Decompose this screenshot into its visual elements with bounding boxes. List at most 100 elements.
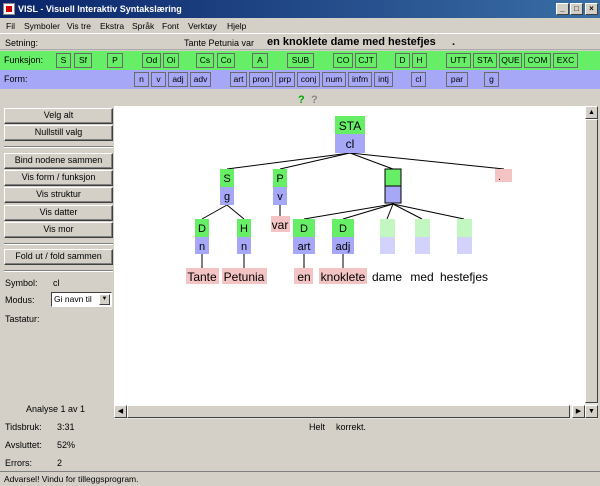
word-knoklete[interactable]: knoklete [321, 270, 366, 284]
menu-ekstra[interactable]: Ekstra [100, 21, 124, 31]
vertical-scroll-thumb[interactable] [585, 119, 598, 403]
func-tag-A[interactable]: A [252, 53, 268, 68]
maximize-button[interactable]: □ [570, 3, 583, 15]
node-d-knoklete-form-text: adj [336, 241, 351, 253]
form-tag-intj[interactable]: intj [374, 72, 393, 87]
node-empty-form[interactable] [384, 185, 402, 204]
menu-fil[interactable]: Fil [6, 21, 15, 31]
func-tag-CJT[interactable]: CJT [355, 53, 377, 68]
form-tag-num[interactable]: num [322, 72, 346, 87]
close-button[interactable]: × [585, 3, 598, 15]
node-med-func[interactable] [415, 219, 430, 237]
form-tag-conj[interactable]: conj [297, 72, 320, 87]
node-d-tante-func-text: D [198, 223, 206, 235]
word-hestefjes[interactable]: hestefjes [440, 270, 488, 284]
show-structure-button[interactable]: Vis struktur [4, 187, 113, 203]
menu-vis-tre[interactable]: Vis tre [67, 21, 91, 31]
word-tante[interactable]: Tante [187, 270, 217, 284]
form-tag-prp[interactable]: prp [275, 72, 295, 87]
func-tag-EXC[interactable]: EXC [553, 53, 578, 68]
func-tag-Cs[interactable]: Cs [196, 53, 214, 68]
node-empty-func[interactable] [384, 168, 402, 187]
node-p-form-text: v [277, 191, 283, 203]
scroll-right-icon[interactable]: ▶ [572, 405, 585, 418]
func-tag-Od[interactable]: Od [142, 53, 161, 68]
help-icon-green[interactable]: ? [298, 94, 305, 106]
node-dame-form[interactable] [380, 237, 395, 254]
reset-selection-button[interactable]: Nullstill valg [4, 125, 113, 141]
form-tag-pron[interactable]: pron [249, 72, 273, 87]
word-petunia[interactable]: Petunia [224, 270, 265, 284]
keyboard-label: Tastatur: [5, 314, 40, 324]
node-h-petunia-func-text: H [240, 223, 248, 235]
menu-font[interactable]: Font [162, 21, 179, 31]
func-tag-QUE[interactable]: QUE [499, 53, 522, 68]
scroll-up-icon[interactable]: ▲ [585, 106, 598, 119]
word-med[interactable]: med [410, 270, 433, 284]
func-tag-COM[interactable]: COM [524, 53, 551, 68]
func-tag-D[interactable]: D [395, 53, 410, 68]
menu-symboler[interactable]: Symboler [24, 21, 60, 31]
time-value: 3:31 [57, 422, 75, 432]
show-mother-button[interactable]: Vis mor [4, 222, 113, 238]
func-tag-P[interactable]: P [107, 53, 123, 68]
menu-verktoy[interactable]: Verktøy [188, 21, 217, 31]
func-tag-STA[interactable]: STA [473, 53, 497, 68]
result-word-1: Helt [309, 422, 326, 432]
horizontal-scrollbar[interactable]: ◀ ▶ [114, 405, 585, 419]
menu-sprak[interactable]: Språk [132, 21, 154, 31]
form-tag-adj[interactable]: adj [168, 72, 188, 87]
func-tag-S[interactable]: S [56, 53, 71, 68]
scroll-left-icon[interactable]: ◀ [114, 405, 127, 418]
menu-bar: Fil Symboler Vis tre Ekstra Språk Font V… [0, 18, 600, 34]
modus-value: Gi navn til [54, 294, 92, 304]
form-tag-g[interactable]: g [484, 72, 499, 87]
divider [4, 243, 113, 245]
time-label: Tidsbruk: [5, 422, 42, 432]
modus-label: Modus: [5, 295, 35, 305]
show-form-function-button[interactable]: Vis form / funksjon [4, 170, 113, 186]
func-tag-UTT[interactable]: UTT [446, 53, 471, 68]
func-tag-H[interactable]: H [412, 53, 427, 68]
chevron-down-icon[interactable]: ▼ [99, 294, 110, 305]
node-hestefjes-func[interactable] [457, 219, 472, 237]
node-d-knoklete-func-text: D [339, 223, 347, 235]
node-dame-func[interactable] [380, 219, 395, 237]
divider [4, 270, 113, 272]
title-bar: VISL - Visuell Interaktiv Syntakslæring … [0, 0, 600, 18]
status-bar: Advarsel! Vindu for tilleggsprogram. [0, 471, 600, 486]
word-var[interactable]: var [272, 218, 289, 232]
form-tag-v[interactable]: v [151, 72, 166, 87]
word-dame[interactable]: dame [372, 270, 402, 284]
func-tag-Sf[interactable]: Sf [74, 53, 92, 68]
help-icon-gray[interactable]: ? [311, 94, 318, 106]
vertical-scrollbar[interactable]: ▲ ▼ [585, 106, 598, 419]
scroll-down-icon[interactable]: ▼ [585, 405, 598, 418]
node-d-tante-form-text: n [199, 241, 205, 253]
syntax-tree[interactable]: STA cl S g P v . D n H n D art D adj Tan… [114, 106, 585, 405]
tree-canvas[interactable]: STA cl S g P v . D n H n D art D adj Tan… [114, 106, 585, 405]
func-tag-CO[interactable]: CO [333, 53, 353, 68]
func-tag-Co[interactable]: Co [217, 53, 235, 68]
node-s-func-text: S [223, 173, 230, 185]
horizontal-scroll-thumb[interactable] [127, 405, 570, 418]
form-tag-adv[interactable]: adv [190, 72, 211, 87]
form-tag-infm[interactable]: infm [348, 72, 372, 87]
fold-button[interactable]: Fold ut / fold sammen [4, 249, 113, 265]
node-med-form[interactable] [415, 237, 430, 254]
func-tag-SUB[interactable]: SUB [287, 53, 314, 68]
function-label: Funksjon: [4, 55, 44, 65]
form-tag-par[interactable]: par [446, 72, 468, 87]
node-hestefjes-form[interactable] [457, 237, 472, 254]
form-tag-art[interactable]: art [230, 72, 247, 87]
bind-nodes-button[interactable]: Bind nodene sammen [4, 153, 113, 169]
modus-select[interactable]: Gi navn til ▼ [51, 292, 112, 307]
menu-hjelp[interactable]: Hjelp [227, 21, 246, 31]
word-en[interactable]: en [297, 270, 310, 284]
select-all-button[interactable]: Velg alt [4, 108, 113, 124]
form-tag-cl[interactable]: cl [411, 72, 426, 87]
func-tag-Oi[interactable]: Oi [163, 53, 179, 68]
minimize-button[interactable]: _ [556, 3, 569, 15]
show-daughter-button[interactable]: Vis datter [4, 205, 113, 221]
form-tag-n[interactable]: n [134, 72, 149, 87]
